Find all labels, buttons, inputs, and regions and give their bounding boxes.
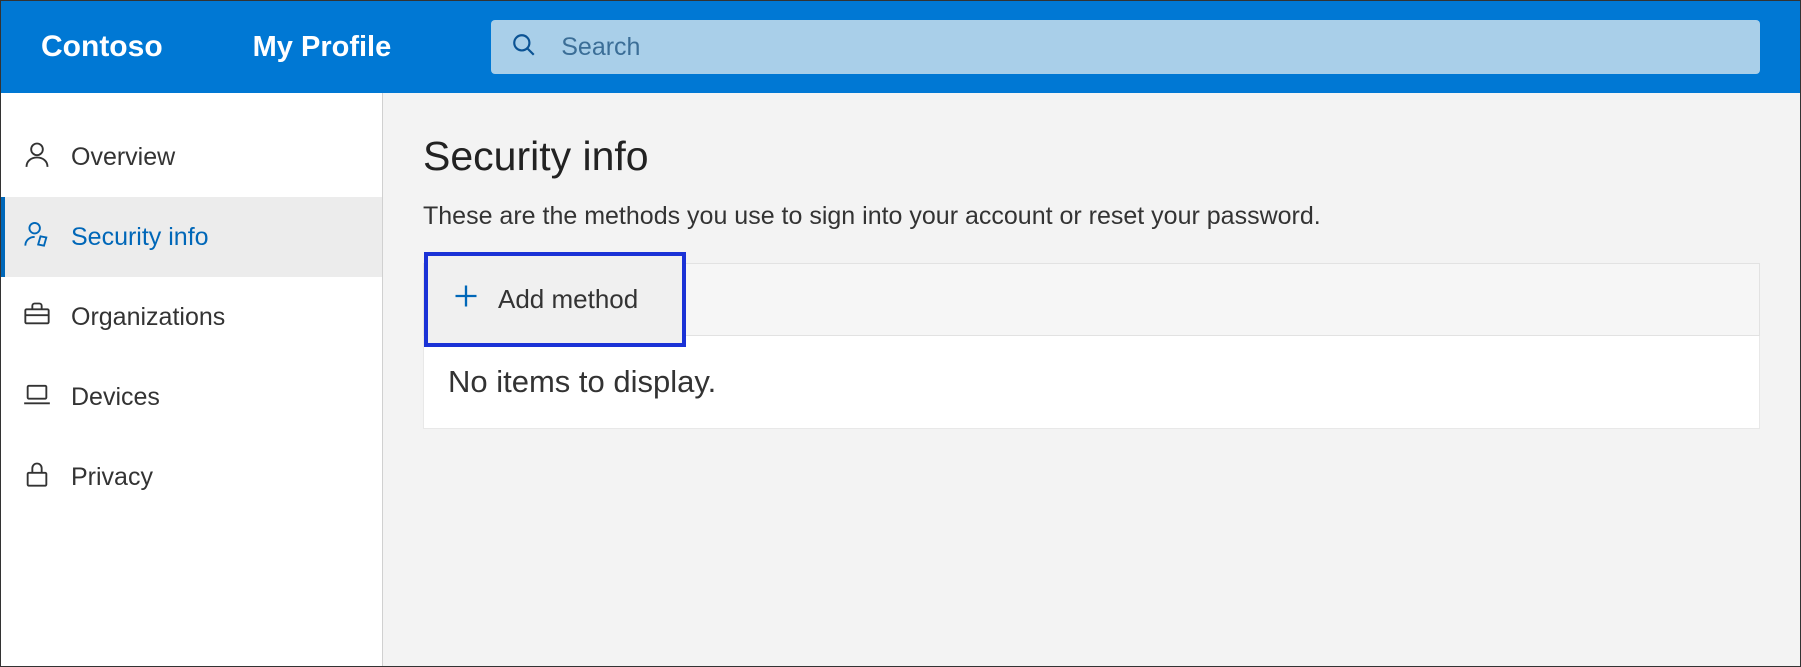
sidebar-item-organizations[interactable]: Organizations — [1, 277, 382, 357]
header: Contoso My Profile — [1, 1, 1800, 93]
profile-title: My Profile — [253, 31, 392, 64]
sidebar-item-label: Privacy — [71, 463, 153, 492]
person-edit-icon — [23, 220, 51, 255]
sidebar-item-overview[interactable]: Overview — [1, 117, 382, 197]
page-title: Security info — [423, 133, 1760, 180]
methods-toolbar: Add method — [423, 263, 1760, 336]
page-description: These are the methods you use to sign in… — [423, 202, 1760, 231]
search-icon — [511, 32, 537, 63]
search-input[interactable] — [561, 33, 1740, 62]
main-content: Security info These are the methods you … — [383, 93, 1800, 666]
plus-icon — [452, 282, 480, 317]
sidebar-item-label: Devices — [71, 383, 160, 412]
sidebar-item-security-info[interactable]: Security info — [1, 197, 382, 277]
add-method-button[interactable]: Add method — [424, 252, 686, 347]
lock-icon — [23, 460, 51, 495]
sidebar-item-label: Overview — [71, 143, 175, 172]
sidebar: Overview Security info Organizations Dev… — [1, 93, 383, 666]
add-method-label: Add method — [498, 284, 638, 315]
person-icon — [23, 140, 51, 175]
sidebar-item-privacy[interactable]: Privacy — [1, 437, 382, 517]
empty-state: No items to display. — [423, 336, 1760, 429]
sidebar-item-devices[interactable]: Devices — [1, 357, 382, 437]
laptop-icon — [23, 380, 51, 415]
brand-name: Contoso — [41, 30, 163, 64]
search-box[interactable] — [491, 20, 1760, 74]
sidebar-item-label: Organizations — [71, 303, 225, 332]
briefcase-icon — [23, 300, 51, 335]
sidebar-item-label: Security info — [71, 223, 209, 252]
